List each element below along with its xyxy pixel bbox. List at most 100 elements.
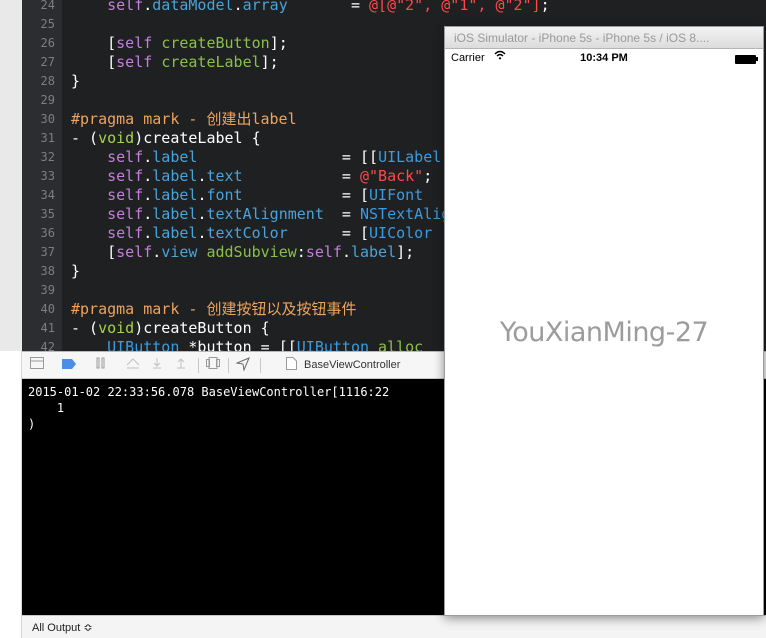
- navigator-edge: [0, 0, 22, 351]
- pause-icon[interactable]: [94, 357, 108, 373]
- code-token: dataModel: [152, 0, 234, 14]
- line-number: 40: [40, 302, 55, 316]
- code-text: - (void)createLabel {: [71, 129, 261, 148]
- left-panel-edge: [0, 351, 22, 638]
- file-icon: [284, 357, 298, 373]
- code-token: textColor: [206, 224, 288, 242]
- code-token: label: [152, 224, 198, 242]
- code-text: self.label.font = [UIFont: [71, 186, 423, 205]
- code-token: .: [143, 186, 153, 204]
- code-token: text: [206, 167, 243, 185]
- code-token: UIColor: [369, 224, 433, 242]
- line-number: 32: [40, 150, 55, 164]
- console-output-bar: All Output ≎: [22, 615, 766, 638]
- code-text: }: [71, 72, 80, 91]
- code-token: .: [143, 167, 153, 185]
- battery-icon: [735, 55, 756, 64]
- breadcrumb[interactable]: BaseViewController: [304, 359, 400, 371]
- code-token: .: [152, 243, 162, 261]
- code-token: ;: [540, 0, 550, 14]
- code-token: ];: [260, 53, 279, 71]
- code-text: [self createLabel];: [71, 53, 279, 72]
- simulator-title: iOS Simulator - iPhone 5s - iPhone 5s / …: [454, 31, 710, 45]
- simulator-titlebar[interactable]: iOS Simulator - iPhone 5s - iPhone 5s / …: [445, 27, 763, 49]
- code-token: ;: [423, 167, 433, 185]
- step-into-icon[interactable]: [150, 357, 164, 373]
- code-text: [self createButton];: [71, 34, 288, 53]
- line-number: 26: [40, 36, 55, 50]
- battery-tip: [756, 57, 758, 61]
- code-token: addSubview: [206, 243, 297, 261]
- line-number: 34: [40, 188, 55, 202]
- line-number: 29: [40, 93, 55, 107]
- code-text: - (void)createButton {: [71, 319, 270, 338]
- code-text: self.label = [[UILabel: [71, 148, 441, 167]
- line-number: 35: [40, 207, 55, 221]
- code-token: createButton: [161, 34, 270, 52]
- code-text: [self.view addSubview:self.label];: [71, 243, 414, 262]
- code-token: self: [107, 205, 144, 223]
- code-token: }: [71, 262, 81, 280]
- code-token: .: [143, 224, 153, 242]
- code-token: self: [107, 167, 144, 185]
- view-debug-icon[interactable]: [206, 357, 220, 373]
- code-text: #pragma mark - 创建按钮以及按钮事件: [71, 300, 356, 319]
- code-token: .: [143, 0, 153, 14]
- code-token: view: [161, 243, 198, 261]
- code-token: label: [152, 186, 198, 204]
- code-token: self: [107, 224, 144, 242]
- code-token: createLabel: [161, 53, 261, 71]
- code-token: self: [107, 148, 144, 166]
- code-token: @[@"2", @"1", @"2"]: [369, 0, 541, 14]
- code-token: UILabel: [378, 148, 442, 166]
- code-text: self.label.text = @"Back";: [71, 167, 432, 186]
- line-number: 37: [40, 245, 55, 259]
- code-text: }: [71, 262, 80, 281]
- console-toggle-icon[interactable]: [30, 357, 44, 373]
- step-over-icon[interactable]: [126, 357, 140, 373]
- code-token: [: [71, 243, 117, 261]
- code-token: [: [71, 53, 117, 71]
- code-token: textAlignment: [206, 205, 324, 223]
- code-token: void: [98, 319, 135, 337]
- status-time: 10:34 PM: [580, 52, 628, 64]
- code-token: ];: [269, 34, 288, 52]
- code-token: = [: [287, 224, 370, 242]
- code-token: alloc: [369, 338, 424, 351]
- ios-simulator-window[interactable]: iOS Simulator - iPhone 5s - iPhone 5s / …: [444, 26, 764, 616]
- code-token: =: [323, 205, 360, 223]
- location-icon[interactable]: [235, 357, 250, 373]
- line-number: 25: [40, 17, 55, 31]
- code-token: self: [116, 53, 153, 71]
- code-token: .: [233, 0, 243, 14]
- code-token: [: [71, 34, 117, 52]
- line-number: 42: [40, 340, 55, 351]
- line-number: 33: [40, 169, 55, 183]
- code-token: font: [206, 186, 243, 204]
- line-number: 38: [40, 264, 55, 278]
- line-number: 31: [40, 131, 55, 145]
- code-token: self: [305, 243, 342, 261]
- code-text: self.label.textAlignment = NSTextAlignme…: [71, 205, 495, 224]
- code-text: self.dataModel.array = @[@"2", @"1", @"2…: [71, 0, 550, 15]
- code-text: #pragma mark - 创建出label: [71, 110, 297, 129]
- code-token: @"Back": [360, 167, 424, 185]
- code-token: - (: [71, 129, 99, 147]
- step-out-icon[interactable]: [174, 357, 188, 373]
- code-token: #pragma mark - 创建按钮以及按钮事件: [71, 300, 357, 318]
- code-token: label: [152, 167, 198, 185]
- code-token: :: [296, 243, 306, 261]
- line-number: 28: [40, 74, 55, 88]
- code-token: )createButton {: [134, 319, 270, 337]
- app-label: YouXianMing-27: [499, 317, 709, 348]
- code-token: void: [98, 129, 135, 147]
- code-token: self: [107, 186, 144, 204]
- breakpoint-icon[interactable]: [62, 357, 76, 373]
- code-token: self: [116, 34, 153, 52]
- output-selector[interactable]: All Output ≎: [32, 621, 93, 634]
